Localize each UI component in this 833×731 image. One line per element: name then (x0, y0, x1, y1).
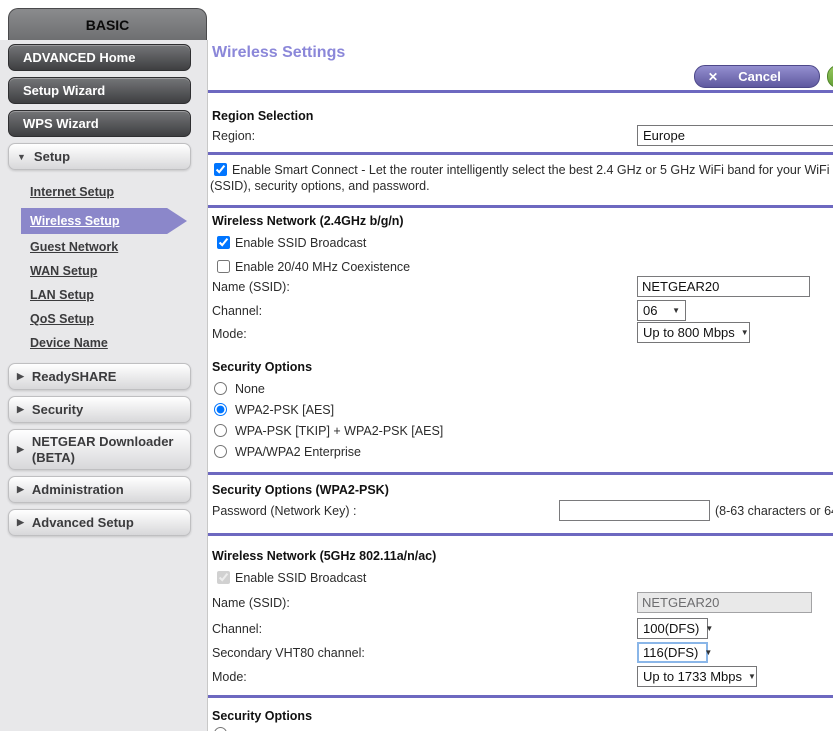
divider (208, 205, 833, 208)
divider (208, 695, 833, 698)
sidebar-item-wps-wizard[interactable]: WPS Wizard (8, 110, 191, 137)
security-enterprise-label: WPA/WPA2 Enterprise (235, 445, 361, 459)
sidebar-item-lan-setup[interactable]: LAN Setup (30, 288, 94, 302)
sidebar-section-advanced-setup-label: Advanced Setup (32, 515, 134, 530)
wireless-24ghz-heading: Wireless Network (2.4GHz b/g/n) (212, 214, 404, 228)
region-label: Region: (212, 129, 255, 143)
ssid-broadcast-24-checkbox[interactable] (217, 236, 230, 249)
sidebar-section-security-label: Security (32, 402, 83, 417)
chevron-right-icon: ▶ (17, 484, 24, 495)
ssid-name-24-label: Name (SSID): (212, 280, 290, 294)
chevron-right-icon: ▶ (17, 517, 24, 528)
chevron-right-icon: ▶ (17, 444, 24, 455)
password-label: Password (Network Key) : (212, 504, 356, 518)
wireless-5ghz-heading: Wireless Network (5GHz 802.11a/n/ac) (212, 549, 436, 563)
security-wpapsk-wpa2psk-label: WPA-PSK [TKIP] + WPA2-PSK [AES] (235, 424, 443, 438)
chevron-down-icon: ▼ (672, 306, 680, 315)
security-5-partial-radio[interactable] (214, 727, 227, 731)
password-input[interactable] (559, 500, 710, 521)
cancel-button-label: Cancel (718, 69, 801, 84)
channel-24-label: Channel: (212, 304, 262, 318)
security-none-label: None (235, 382, 265, 396)
mode-5-select[interactable]: Up to 1733 Mbps ▼ (637, 666, 757, 687)
sidebar-section-setup[interactable]: ▼ Setup (8, 143, 191, 170)
secondary-channel-value: 116(DFS) (643, 645, 698, 660)
divider (208, 152, 833, 155)
sidebar-section-advanced-setup[interactable]: ▶ Advanced Setup (8, 509, 191, 536)
sidebar-section-administration[interactable]: ▶ Administration (8, 476, 191, 503)
channel-24-select[interactable]: 06 ▼ (637, 300, 686, 321)
channel-5-label: Channel: (212, 622, 262, 636)
smart-connect-checkbox[interactable] (214, 163, 227, 176)
security-enterprise-radio[interactable] (214, 445, 227, 458)
chevron-down-icon: ▼ (17, 152, 26, 162)
chevron-down-icon: ▼ (705, 624, 713, 633)
sidebar-item-guest-network[interactable]: Guest Network (30, 240, 118, 254)
mode-24-select[interactable]: Up to 800 Mbps ▼ (637, 322, 750, 343)
ssid-broadcast-24-label: Enable SSID Broadcast (235, 236, 366, 250)
sidebar-item-wireless-setup[interactable]: Wireless Setup (30, 214, 120, 228)
chevron-right-icon: ▶ (17, 371, 24, 382)
chevron-down-icon: ▼ (741, 328, 749, 337)
chevron-right-icon: ▶ (17, 404, 24, 415)
smart-connect-label-line1: Enable Smart Connect - Let the router in… (232, 163, 833, 177)
channel-24-value: 06 (643, 303, 657, 318)
security-options-5-heading: Security Options (212, 709, 312, 723)
divider (208, 90, 833, 93)
main-content: Wireless Settings ✕ Cancel Region Select… (208, 0, 833, 731)
chevron-down-icon: ▼ (704, 648, 712, 657)
mode-24-label: Mode: (212, 327, 247, 341)
divider (208, 533, 833, 536)
sidebar-item-advanced-home[interactable]: ADVANCED Home (8, 44, 191, 71)
divider (208, 472, 833, 475)
tab-basic[interactable]: BASIC (8, 8, 207, 40)
mode-5-value: Up to 1733 Mbps (643, 669, 742, 684)
security-wpapsk-wpa2psk-radio[interactable] (214, 424, 227, 437)
sidebar-section-netgear-downloader[interactable]: ▶ NETGEAR Downloader (BETA) (8, 429, 191, 470)
sidebar-section-setup-label: Setup (34, 149, 70, 164)
page-title: Wireless Settings (212, 44, 345, 62)
password-hint: (8-63 characters or 64 hex digits) (715, 504, 833, 518)
wpa2psk-heading: Security Options (WPA2-PSK) (212, 483, 389, 497)
ssid-name-5-label: Name (SSID): (212, 596, 290, 610)
ssid-name-24-input[interactable] (637, 276, 810, 297)
security-none-radio[interactable] (214, 382, 227, 395)
sidebar-section-netgear-downloader-label: NETGEAR Downloader (BETA) (32, 434, 184, 466)
cancel-button[interactable]: ✕ Cancel (694, 65, 820, 88)
security-wpa2psk-label: WPA2-PSK [AES] (235, 403, 334, 417)
mode-5-label: Mode: (212, 670, 247, 684)
region-select[interactable]: Europe ▼ (637, 125, 833, 146)
close-icon: ✕ (708, 70, 718, 84)
sidebar-section-readyshare[interactable]: ▶ ReadySHARE (8, 363, 191, 390)
security-wpa2psk-radio[interactable] (214, 403, 227, 416)
sidebar: ADVANCED Home Setup Wizard WPS Wizard ▼ … (0, 40, 208, 731)
channel-5-select[interactable]: 100(DFS) ▼ (637, 618, 708, 639)
sidebar-item-setup-wizard[interactable]: Setup Wizard (8, 77, 191, 104)
apply-button[interactable] (827, 65, 833, 88)
router-admin-page: BASIC ADVANCED ADVANCED Home Setup Wizar… (0, 0, 833, 731)
channel-5-value: 100(DFS) (643, 621, 699, 636)
sidebar-item-qos-setup[interactable]: QoS Setup (30, 312, 94, 326)
region-selection-heading: Region Selection (212, 109, 313, 123)
sidebar-item-device-name[interactable]: Device Name (30, 336, 108, 350)
ssid-name-5-input[interactable] (637, 592, 812, 613)
coexistence-checkbox[interactable] (217, 260, 230, 273)
sidebar-section-readyshare-label: ReadySHARE (32, 369, 117, 384)
mode-24-value: Up to 800 Mbps (643, 325, 735, 340)
sidebar-section-security[interactable]: ▶ Security (8, 396, 191, 423)
ssid-broadcast-5-checkbox[interactable] (217, 571, 230, 584)
coexistence-label: Enable 20/40 MHz Coexistence (235, 260, 410, 274)
smart-connect-label-line2: (SSID), security options, and password. (210, 179, 430, 193)
security-options-24-heading: Security Options (212, 360, 312, 374)
ssid-broadcast-5-label: Enable SSID Broadcast (235, 571, 366, 585)
sidebar-item-wan-setup[interactable]: WAN Setup (30, 264, 97, 278)
secondary-channel-label: Secondary VHT80 channel: (212, 646, 365, 660)
sidebar-section-administration-label: Administration (32, 482, 124, 497)
region-select-value: Europe (643, 128, 685, 143)
sidebar-item-internet-setup[interactable]: Internet Setup (30, 185, 114, 199)
secondary-channel-select[interactable]: 116(DFS) ▼ (637, 642, 708, 663)
chevron-down-icon: ▼ (748, 672, 756, 681)
